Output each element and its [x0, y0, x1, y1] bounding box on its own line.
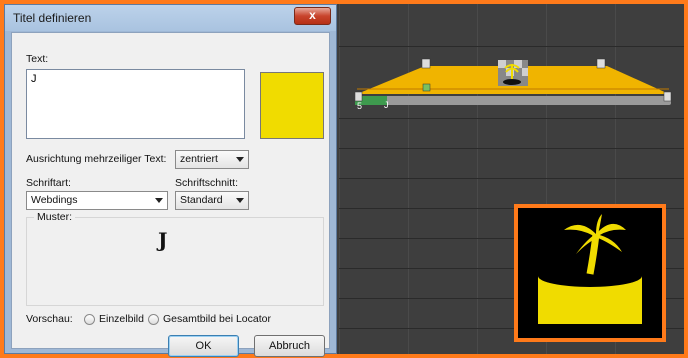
dialog-title: Titel definieren — [13, 11, 92, 25]
text-label: Text: — [26, 53, 49, 65]
clip-bar[interactable] — [355, 96, 671, 105]
timeline-divider — [339, 4, 340, 354]
clip-marker-label: J — [384, 100, 389, 110]
track-separator — [339, 46, 684, 47]
volume-handle[interactable] — [422, 83, 431, 92]
text-color-swatch[interactable] — [260, 72, 324, 139]
style-label: Schriftschnitt: — [175, 177, 239, 189]
chevron-down-icon — [236, 198, 244, 203]
radio-full-image[interactable] — [148, 314, 159, 325]
sample-label: Muster: — [34, 211, 76, 223]
radio-single-frame[interactable] — [84, 314, 95, 325]
title-dialog: Titel definieren x Text: J Ausrichtung m… — [4, 4, 337, 357]
sample-preview-text: J — [158, 228, 168, 252]
close-button[interactable]: x — [294, 7, 331, 25]
preview-thumbnail — [514, 204, 666, 342]
title-text-input[interactable]: J — [26, 69, 245, 139]
style-value: Standard — [180, 194, 223, 206]
chevron-down-icon — [155, 198, 163, 203]
fade-handle[interactable] — [596, 58, 606, 69]
island-icon — [538, 214, 642, 324]
clip-right-handle[interactable] — [663, 91, 672, 102]
font-select[interactable]: Webdings — [26, 191, 168, 210]
clip-left-handle[interactable] — [355, 91, 363, 102]
track-separator — [339, 178, 684, 179]
font-value: Webdings — [31, 194, 78, 206]
alignment-select[interactable]: zentriert — [175, 150, 249, 169]
font-label: Schriftart: — [26, 177, 71, 189]
track-separator — [339, 148, 684, 149]
preview-label: Vorschau: — [26, 313, 73, 325]
chevron-down-icon — [236, 157, 244, 162]
alignment-label: Ausrichtung mehrzeiliger Text: — [26, 153, 167, 165]
close-icon: x — [309, 8, 316, 22]
ok-button[interactable]: OK — [168, 335, 239, 357]
style-select[interactable]: Standard — [175, 191, 249, 210]
track-separator — [339, 118, 684, 119]
dialog-titlebar[interactable]: Titel definieren x — [5, 5, 336, 31]
alignment-value: zentriert — [180, 153, 218, 165]
cancel-button[interactable]: Abbruch — [254, 335, 325, 357]
fade-handle[interactable] — [421, 58, 431, 69]
radio-single-frame-label: Einzelbild — [99, 313, 144, 325]
sample-group — [26, 217, 324, 306]
dialog-client: Text: J Ausrichtung mehrzeiliger Text: z… — [11, 32, 330, 357]
clip-start-digit: 5 — [357, 101, 363, 111]
title-clip[interactable] — [355, 56, 675, 112]
radio-full-image-label: Gesamtbild bei Locator — [163, 313, 271, 325]
